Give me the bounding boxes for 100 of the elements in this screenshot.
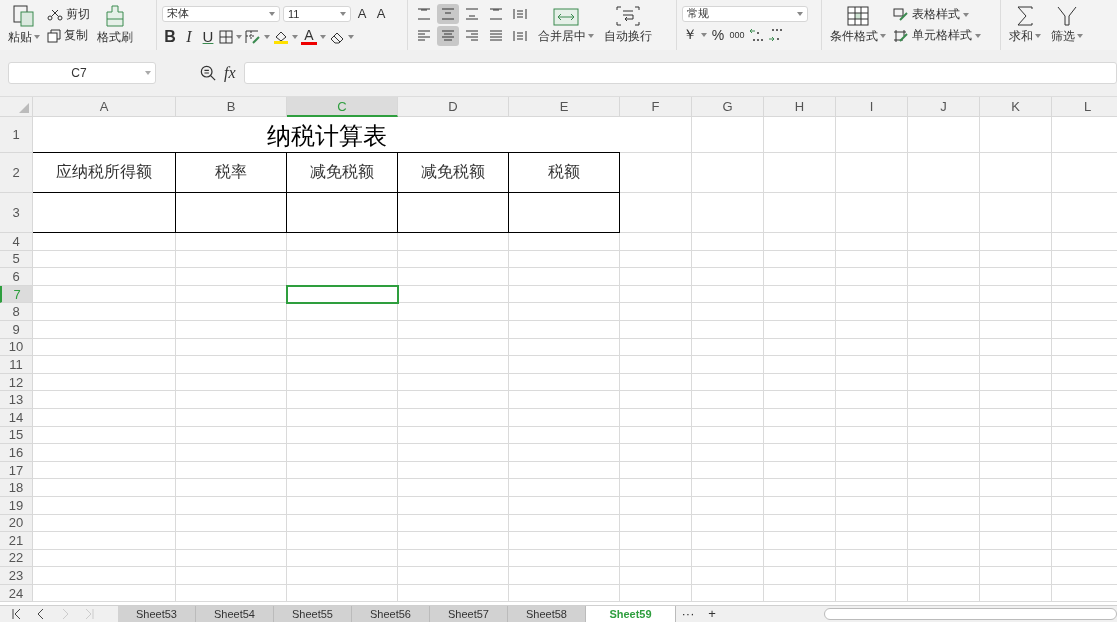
sum-button[interactable]: 求和 [1006, 3, 1044, 47]
spreadsheet-cell[interactable] [836, 444, 908, 462]
spreadsheet-cell[interactable] [287, 567, 398, 585]
spreadsheet-cell[interactable] [836, 461, 908, 480]
spreadsheet-cell[interactable] [980, 268, 1052, 286]
percent-button[interactable]: % [710, 24, 726, 45]
spreadsheet-cell[interactable] [33, 514, 176, 533]
spreadsheet-cell[interactable] [398, 285, 509, 304]
sheet-tab[interactable]: Sheet58 [508, 606, 586, 622]
spreadsheet-cell[interactable] [620, 303, 692, 321]
spreadsheet-cell[interactable] [836, 193, 908, 233]
spreadsheet-cell[interactable] [836, 303, 908, 321]
spreadsheet-cell[interactable] [908, 117, 980, 153]
spreadsheet-cell[interactable] [692, 496, 764, 515]
sheet-tab[interactable]: Sheet54 [196, 606, 274, 622]
spreadsheet-cell[interactable] [836, 479, 908, 497]
spreadsheet-cell[interactable] [908, 444, 980, 462]
spreadsheet-cell[interactable] [176, 532, 287, 550]
spreadsheet-cell[interactable] [509, 408, 620, 427]
spreadsheet-cell[interactable] [692, 338, 764, 357]
spreadsheet-cell[interactable] [908, 193, 980, 233]
spreadsheet-cell[interactable] [620, 373, 692, 392]
spreadsheet-cell[interactable] [980, 153, 1052, 193]
spreadsheet-cell[interactable] [980, 444, 1052, 462]
spreadsheet-cell[interactable] [509, 584, 620, 603]
sheet-tab[interactable]: Sheet55 [274, 606, 352, 622]
spreadsheet-cell[interactable] [33, 250, 176, 269]
spreadsheet-cell[interactable] [287, 356, 398, 374]
spreadsheet-cell[interactable] [620, 496, 692, 515]
table-style-button[interactable]: 表格样式 [893, 6, 981, 23]
spreadsheet-cell[interactable] [33, 338, 176, 357]
spreadsheet-cell[interactable] [176, 338, 287, 357]
spreadsheet-cell[interactable] [176, 549, 287, 568]
spreadsheet-cell[interactable] [33, 268, 176, 286]
name-box[interactable]: C7 [8, 62, 156, 84]
align-button[interactable] [437, 4, 459, 24]
spreadsheet-cell[interactable] [764, 338, 836, 357]
spreadsheet-cell[interactable] [287, 461, 398, 480]
spreadsheet-cell[interactable] [509, 373, 620, 392]
spreadsheet-cell[interactable] [509, 320, 620, 339]
spreadsheet-cell[interactable] [398, 496, 509, 515]
spreadsheet-cell[interactable] [764, 584, 836, 603]
align-button[interactable] [437, 26, 459, 46]
next-sheet-icon[interactable] [60, 608, 70, 620]
spreadsheet-cell[interactable] [980, 303, 1052, 321]
spreadsheet-cell[interactable] [692, 320, 764, 339]
spreadsheet-cell[interactable] [398, 567, 509, 585]
spreadsheet-cell[interactable] [509, 532, 620, 550]
spreadsheet-cell[interactable] [620, 356, 692, 374]
spreadsheet-cell[interactable] [692, 250, 764, 269]
spreadsheet-cell[interactable] [692, 567, 764, 585]
spreadsheet-cell[interactable] [176, 426, 287, 445]
spreadsheet-cell[interactable] [980, 549, 1052, 568]
spreadsheet-cell[interactable] [908, 549, 980, 568]
add-sheet-button[interactable]: + [700, 606, 724, 622]
spreadsheet-cell[interactable] [509, 268, 620, 286]
spreadsheet-cell[interactable] [509, 285, 620, 304]
spreadsheet-cell[interactable] [176, 373, 287, 392]
spreadsheet-cell[interactable] [908, 567, 980, 585]
spreadsheet-cell[interactable] [398, 461, 509, 480]
sheet-tab[interactable]: Sheet57 [430, 606, 508, 622]
font-name-dropdown[interactable]: 宋体 [162, 5, 280, 22]
spreadsheet-cell[interactable] [980, 117, 1052, 153]
last-sheet-icon[interactable] [84, 608, 94, 620]
spreadsheet-cell[interactable] [836, 584, 908, 603]
spreadsheet-cell[interactable] [836, 532, 908, 550]
spreadsheet-cell[interactable] [980, 408, 1052, 427]
spreadsheet-cell[interactable] [764, 193, 836, 233]
spreadsheet-cell[interactable] [980, 479, 1052, 497]
spreadsheet-cell[interactable] [509, 391, 620, 409]
spreadsheet-cell[interactable] [33, 461, 176, 480]
spreadsheet-cell[interactable] [908, 408, 980, 427]
spreadsheet-cell[interactable] [764, 426, 836, 445]
spreadsheet-cell[interactable] [33, 356, 176, 374]
spreadsheet-cell[interactable] [908, 584, 980, 603]
spreadsheet-cell[interactable] [980, 584, 1052, 603]
spreadsheet-cell[interactable] [692, 444, 764, 462]
spreadsheet-cell[interactable] [764, 567, 836, 585]
spreadsheet-cell[interactable] [620, 408, 692, 427]
spreadsheet-cell[interactable] [398, 391, 509, 409]
spreadsheet-cell[interactable] [398, 408, 509, 427]
spreadsheet-cell[interactable] [398, 549, 509, 568]
spreadsheet-cell[interactable] [287, 514, 398, 533]
row-header[interactable]: 8 [0, 303, 33, 321]
select-all-icon[interactable] [19, 103, 29, 113]
spreadsheet-cell[interactable] [398, 584, 509, 603]
spreadsheet-cell[interactable] [176, 250, 287, 269]
conditional-format-button[interactable]: 条件格式 [827, 3, 889, 47]
spreadsheet-cell[interactable] [764, 153, 836, 193]
spreadsheet-cell[interactable] [398, 250, 509, 269]
spreadsheet-cell[interactable] [287, 338, 398, 357]
spreadsheet-cell[interactable] [764, 532, 836, 550]
spreadsheet-cell[interactable] [908, 373, 980, 392]
spreadsheet-cell[interactable] [509, 338, 620, 357]
spreadsheet-cell[interactable] [287, 479, 398, 497]
row-header[interactable]: 13 [0, 391, 33, 409]
spreadsheet-cell[interactable] [620, 479, 692, 497]
spreadsheet-cell[interactable] [33, 408, 176, 427]
spreadsheet-cell[interactable] [908, 426, 980, 445]
horizontal-scrollbar[interactable] [824, 608, 1117, 620]
